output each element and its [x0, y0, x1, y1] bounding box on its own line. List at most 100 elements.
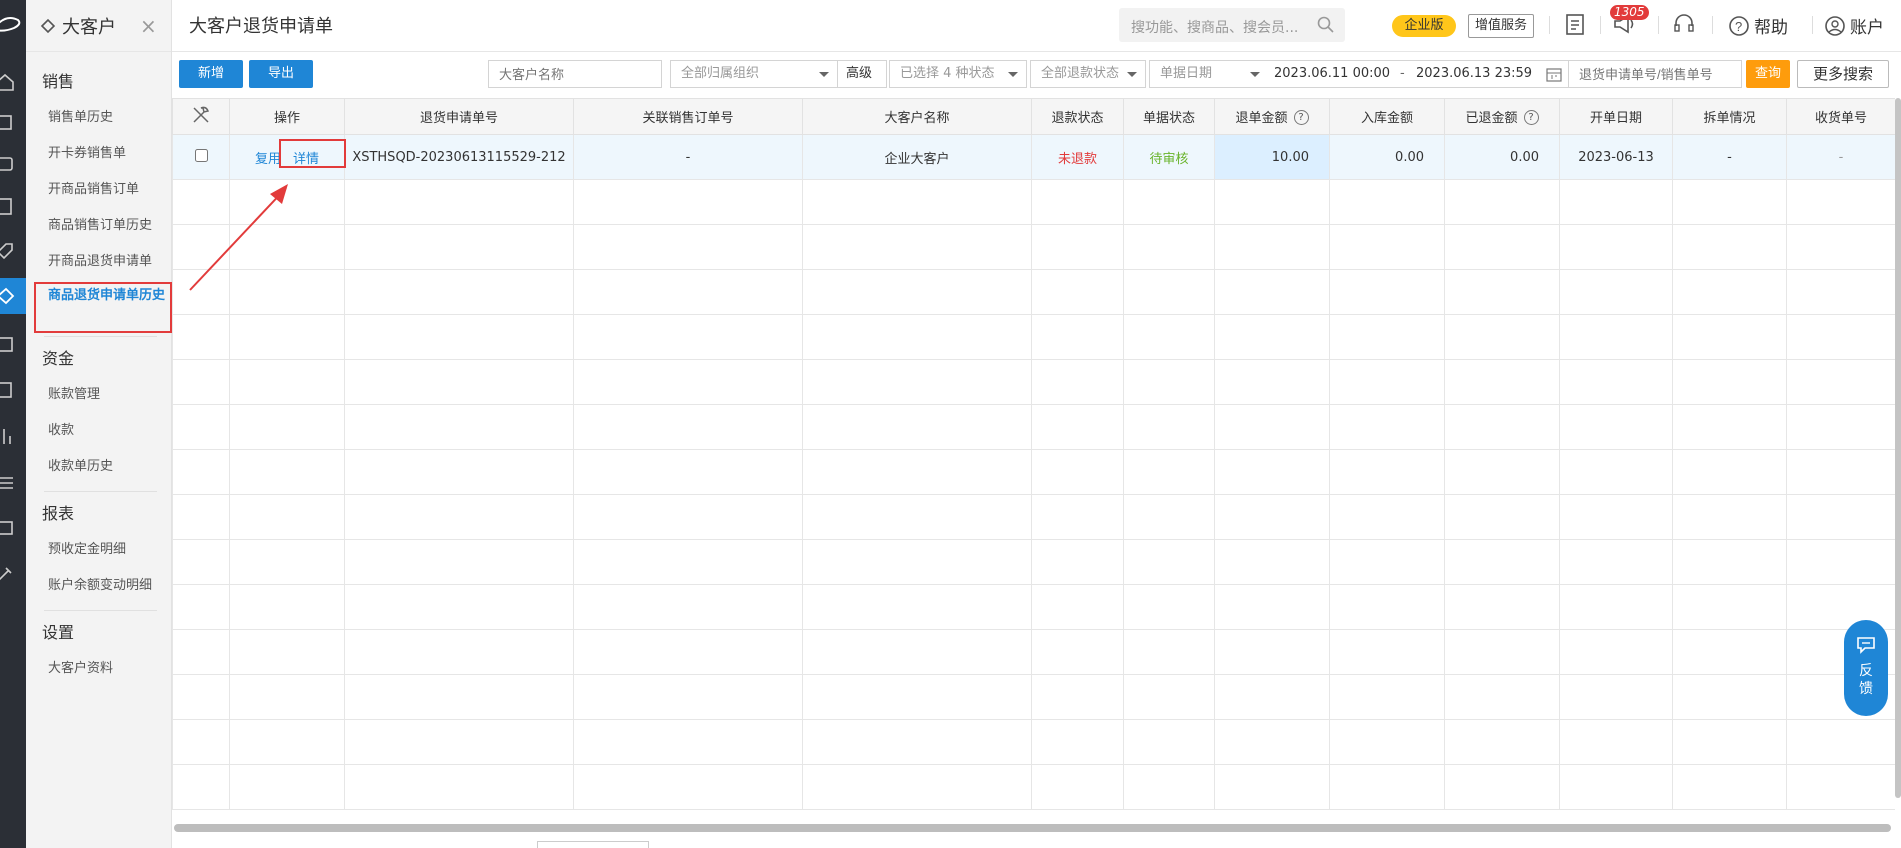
- column-settings-icon[interactable]: [190, 104, 212, 126]
- header-open-date: 开单日期: [1559, 98, 1673, 135]
- headset-icon[interactable]: [1672, 12, 1696, 36]
- advanced-button[interactable]: 高级: [837, 60, 887, 88]
- home-icon[interactable]: [0, 64, 26, 100]
- account-link[interactable]: 账户: [1824, 13, 1884, 38]
- empty-cell: [573, 494, 803, 540]
- device-icon[interactable]: [0, 510, 26, 546]
- clipboard-icon[interactable]: [1564, 12, 1586, 36]
- help-icon[interactable]: ?: [1293, 110, 1309, 125]
- empty-cell: [1444, 359, 1560, 405]
- reuse-link[interactable]: 复用: [255, 148, 281, 167]
- tools-icon[interactable]: [0, 556, 26, 592]
- empty-cell: [172, 314, 230, 360]
- sidebar-item-collection[interactable]: 收款: [26, 413, 171, 449]
- horizontal-scrollbar[interactable]: [174, 824, 1891, 832]
- order-number-input[interactable]: [1568, 60, 1742, 88]
- search-icon[interactable]: [1317, 16, 1335, 34]
- value-added-services-button[interactable]: 增值服务: [1468, 14, 1534, 38]
- table-row[interactable]: 复用 详情 XSTHSQD-20230613115529-212 - 企业大客户…: [172, 134, 1895, 180]
- date-type-select[interactable]: 单据日期: [1160, 61, 1212, 87]
- edition-badge[interactable]: 企业版: [1392, 15, 1456, 37]
- empty-cell: [802, 719, 1032, 765]
- empty-cell: [1031, 719, 1124, 765]
- header-refunded-amount-label: 已退金额: [1465, 111, 1518, 126]
- empty-cell: [229, 674, 345, 720]
- date-from[interactable]: 2023.06.11 00:00: [1274, 61, 1390, 87]
- divider: [1658, 16, 1659, 34]
- sales-icon[interactable]: [0, 146, 26, 182]
- sidebar-item-new-sales-order[interactable]: 开商品销售订单: [26, 172, 171, 208]
- empty-cell: [802, 359, 1032, 405]
- cell-customer: 企业大客户: [802, 134, 1032, 180]
- empty-cell: [1786, 719, 1895, 765]
- sidebar-item-customer-profile[interactable]: 大客户资料: [26, 651, 171, 687]
- chat-icon: [1857, 637, 1875, 654]
- global-search-input[interactable]: 搜功能、搜商品、搜会员...: [1119, 8, 1345, 42]
- empty-cell: [802, 764, 1032, 810]
- help-icon[interactable]: ?: [1523, 110, 1539, 125]
- header-refunded-amount: 已退金额?: [1444, 98, 1560, 135]
- empty-cell: [1786, 179, 1895, 225]
- date-range-picker[interactable]: 单据日期 2023.06.11 00:00 - 2023.06.13 23:59: [1149, 60, 1569, 88]
- empty-cell: [344, 449, 574, 495]
- empty-cell: [1329, 674, 1445, 720]
- sidebar-item-deposit-detail[interactable]: 预收定金明细: [26, 532, 171, 568]
- sidebar-item-collection-history[interactable]: 收款单历史: [26, 449, 171, 485]
- calendar-icon[interactable]: [1546, 67, 1562, 82]
- tag-icon[interactable]: [0, 232, 26, 268]
- query-button[interactable]: 查询: [1746, 60, 1790, 88]
- purchase-icon[interactable]: [0, 188, 26, 224]
- empty-cell: [1559, 674, 1673, 720]
- more-search-button[interactable]: 更多搜索: [1797, 60, 1889, 88]
- sidebar-item-sales-order-history[interactable]: 商品销售订单历史: [26, 208, 171, 244]
- chart-icon[interactable]: [0, 418, 26, 454]
- empty-row: [172, 404, 1895, 450]
- sidebar-item-balance-change[interactable]: 账户余额变动明细: [26, 568, 171, 604]
- chevron-down-icon: [819, 72, 829, 77]
- app-rail: [0, 0, 26, 848]
- date-to[interactable]: 2023.06.13 23:59: [1416, 61, 1532, 87]
- empty-cell: [1559, 719, 1673, 765]
- feedback-button[interactable]: 反馈: [1844, 620, 1888, 716]
- refund-status-select-value: 全部退款状态: [1041, 66, 1120, 81]
- empty-cell: [229, 629, 345, 675]
- divider: [1600, 16, 1601, 34]
- sidebar-item-sales-history[interactable]: 销售单历史: [26, 100, 171, 136]
- column-settings-header[interactable]: [172, 98, 230, 135]
- chevron-down-icon: [1008, 72, 1018, 77]
- cell-refund-status: 未退款: [1031, 134, 1124, 180]
- empty-row: [172, 224, 1895, 270]
- empty-cell: [1559, 449, 1673, 495]
- row-checkbox[interactable]: [194, 148, 208, 162]
- empty-cell: [1031, 494, 1124, 540]
- vertical-scrollbar[interactable]: [1895, 98, 1901, 798]
- empty-cell: [1329, 584, 1445, 630]
- report-icon[interactable]: [0, 372, 26, 408]
- customer-name-input[interactable]: [488, 60, 662, 88]
- settings-sliders-icon[interactable]: [0, 464, 26, 500]
- status-select[interactable]: 已选择 4 种状态: [889, 60, 1027, 88]
- empty-cell: [1214, 764, 1330, 810]
- empty-cell: [1031, 359, 1124, 405]
- empty-cell: [802, 629, 1032, 675]
- account-label: 账户: [1850, 18, 1884, 38]
- help-link[interactable]: ? 帮助: [1728, 13, 1788, 38]
- empty-cell: [573, 224, 803, 270]
- sidebar-item-card-voucher-sale[interactable]: 开卡券销售单: [26, 136, 171, 172]
- refund-status-select[interactable]: 全部退款状态: [1030, 60, 1146, 88]
- close-icon[interactable]: ×: [140, 14, 157, 38]
- export-button[interactable]: 导出: [249, 60, 313, 88]
- add-button[interactable]: 新增: [179, 60, 243, 88]
- empty-cell: [1672, 224, 1787, 270]
- finance-icon[interactable]: [0, 326, 26, 362]
- goods-icon[interactable]: [0, 104, 26, 140]
- customer-icon[interactable]: [0, 278, 26, 314]
- pagination[interactable]: [537, 841, 649, 848]
- empty-cell: [1444, 179, 1560, 225]
- empty-cell: [1559, 269, 1673, 315]
- sidebar-item-accounts[interactable]: 账款管理: [26, 377, 171, 413]
- sidebar-item-new-return-request[interactable]: 开商品退货申请单: [26, 244, 171, 280]
- org-select[interactable]: 全部归属组织: [670, 60, 838, 88]
- org-select-value: 全部归属组织: [681, 66, 760, 81]
- page-title: 大客户退货申请单: [189, 16, 333, 37]
